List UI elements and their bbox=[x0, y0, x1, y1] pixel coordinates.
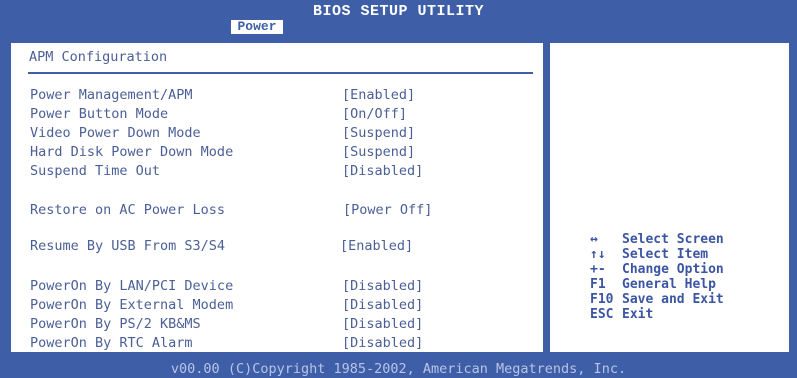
key-description: Save and Exit bbox=[622, 292, 724, 307]
setting-label: Power Management/APM bbox=[30, 87, 193, 103]
left-right-arrow-icon: ↔ bbox=[590, 232, 598, 247]
setting-value[interactable]: [Disabled] bbox=[342, 278, 423, 294]
setting-value[interactable]: [Disabled] bbox=[342, 163, 423, 179]
bios-title: BIOS SETUP UTILITY bbox=[312, 3, 485, 20]
copyright-footer: v00.00 (C)Copyright 1985-2002, American … bbox=[0, 360, 797, 378]
setting-label: Suspend Time Out bbox=[30, 163, 161, 179]
setting-value[interactable]: [Disabled] bbox=[342, 297, 423, 313]
key-description: Select Item bbox=[622, 247, 709, 262]
setting-label: PowerOn By RTC Alarm bbox=[30, 335, 193, 351]
section-divider bbox=[28, 72, 533, 74]
esc-key: ESC bbox=[590, 307, 614, 322]
setting-label: Restore on AC Power Loss bbox=[30, 202, 226, 218]
setting-label: PowerOn By External Modem bbox=[30, 297, 234, 313]
key-description: General Help bbox=[622, 277, 716, 292]
key-description: Change Option bbox=[622, 262, 724, 277]
help-panel bbox=[548, 41, 791, 354]
setting-value[interactable]: [Suspend] bbox=[342, 125, 415, 141]
setting-label: Power Button Mode bbox=[30, 106, 169, 122]
setting-value[interactable]: [Disabled] bbox=[342, 316, 423, 332]
setting-label: Video Power Down Mode bbox=[30, 125, 201, 141]
title-bar: BIOS SETUP UTILITY Power bbox=[0, 0, 797, 34]
setting-value[interactable]: [Disabled] bbox=[342, 335, 423, 351]
f1-key: F1 bbox=[590, 277, 606, 292]
setting-label: Resume By USB From S3/S4 bbox=[30, 238, 226, 254]
plus-minus-key: +- bbox=[590, 262, 606, 277]
up-down-arrow-icon: ↑↓ bbox=[590, 247, 606, 262]
setting-label: PowerOn By LAN/PCI Device bbox=[30, 278, 234, 294]
setting-value[interactable]: [Suspend] bbox=[342, 144, 415, 160]
setting-value[interactable]: [Enabled] bbox=[342, 87, 415, 103]
key-description: Exit bbox=[622, 307, 654, 322]
key-description: Select Screen bbox=[622, 232, 724, 247]
tab-power[interactable]: Power bbox=[231, 20, 283, 34]
setting-label: PowerOn By PS/2 KB&MS bbox=[30, 316, 201, 332]
setting-value[interactable]: [Power Off] bbox=[343, 202, 432, 218]
section-title: APM Configuration bbox=[29, 49, 168, 65]
setting-value[interactable]: [On/Off] bbox=[342, 106, 407, 122]
setting-label: Hard Disk Power Down Mode bbox=[30, 144, 234, 160]
f10-key: F10 bbox=[590, 292, 614, 307]
setting-value[interactable]: [Enabled] bbox=[340, 238, 413, 254]
